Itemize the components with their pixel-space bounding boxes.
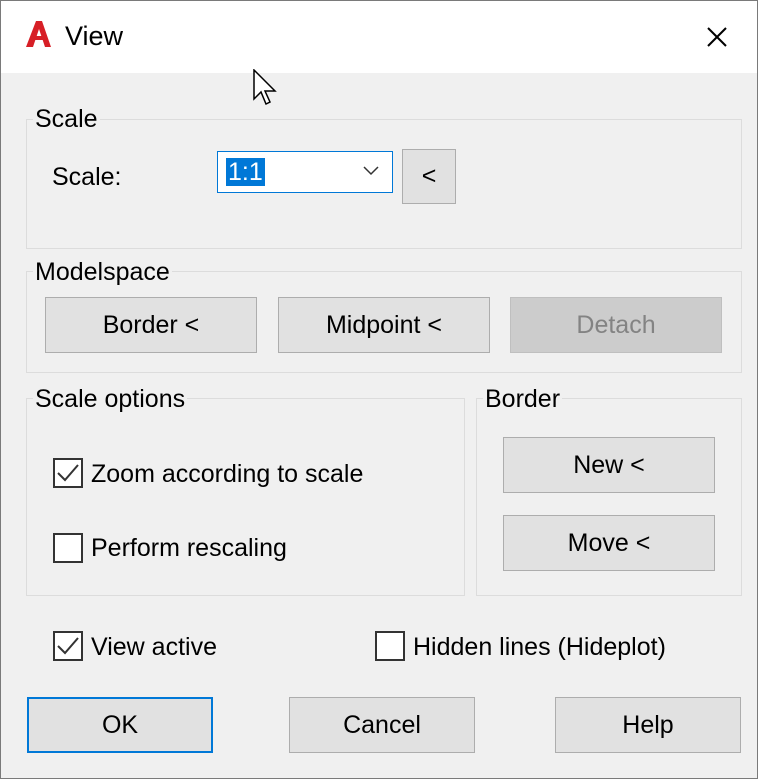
- modelspace-group-label: Modelspace: [33, 258, 172, 286]
- scale-label: Scale:: [52, 163, 122, 191]
- move-border-button[interactable]: Move <: [503, 515, 715, 571]
- scale-value: 1:1: [226, 158, 265, 186]
- detach-button: Detach: [510, 297, 722, 353]
- scale-options-group-label: Scale options: [33, 385, 188, 413]
- mouse-cursor-icon: [253, 69, 277, 106]
- hidden-lines-checkbox[interactable]: [375, 631, 405, 661]
- checkmark-icon: [57, 464, 79, 482]
- autocad-logo-icon: [26, 21, 51, 47]
- border-group-label: Border: [483, 385, 563, 413]
- midpoint-pick-button[interactable]: Midpoint <: [278, 297, 490, 353]
- title-bar[interactable]: View: [1, 1, 757, 73]
- view-dialog: View Scale Scale: 1:1 < Modelspace Borde…: [0, 0, 758, 779]
- help-button[interactable]: Help: [555, 697, 741, 753]
- border-pick-button[interactable]: Border <: [45, 297, 257, 353]
- window-title: View: [65, 21, 124, 51]
- chevron-down-icon[interactable]: [362, 164, 380, 178]
- zoom-to-scale-label: Zoom according to scale: [91, 460, 364, 488]
- perform-rescaling-checkbox[interactable]: [53, 533, 83, 563]
- pick-scale-button[interactable]: <: [402, 149, 456, 204]
- scale-group-label: Scale: [33, 105, 100, 133]
- new-border-button[interactable]: New <: [503, 437, 715, 493]
- perform-rescaling-label: Perform rescaling: [91, 534, 287, 562]
- view-active-checkbox[interactable]: [53, 631, 83, 661]
- ok-button[interactable]: OK: [27, 697, 213, 753]
- scale-options-group: [26, 398, 465, 596]
- hidden-lines-label: Hidden lines (Hideplot): [413, 633, 666, 661]
- close-icon[interactable]: [703, 23, 731, 51]
- checkmark-icon: [57, 637, 79, 655]
- view-active-label: View active: [91, 633, 217, 661]
- cancel-button[interactable]: Cancel: [289, 697, 475, 753]
- scale-combobox[interactable]: 1:1: [217, 151, 393, 193]
- zoom-to-scale-checkbox[interactable]: [53, 458, 83, 488]
